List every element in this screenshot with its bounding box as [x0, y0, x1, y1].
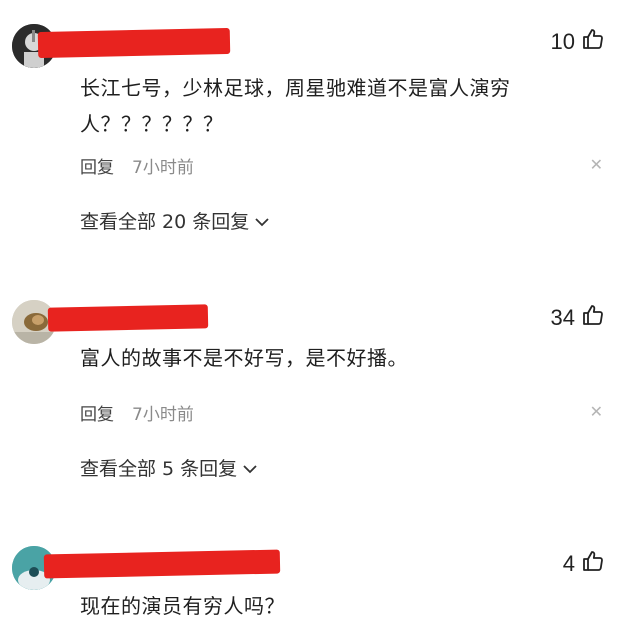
username-redacted — [47, 304, 209, 332]
comment-meta: 回复 7小时前 — [80, 153, 194, 178]
username-redacted — [37, 27, 231, 59]
like-count: 34 — [550, 305, 575, 330]
reply-button[interactable]: 回复 — [80, 400, 114, 425]
view-all-replies-button[interactable]: 查看全部 20 条回复 — [80, 207, 269, 234]
like-count: 4 — [562, 551, 575, 576]
close-icon[interactable]: ✕ — [590, 155, 603, 174]
close-icon[interactable]: ✕ — [590, 402, 603, 421]
thumbs-up-icon — [581, 549, 605, 579]
thumbs-up-icon — [581, 303, 605, 333]
comment-item: 10 长江七号，少林足球，周星驰难道不是富人演穷人？？？？？？ 回复 7小时前 … — [0, 0, 637, 260]
like-count: 10 — [550, 29, 575, 54]
like-button[interactable]: 34 — [551, 303, 605, 333]
comment-text: 现在的演员有穷人吗？ — [80, 594, 285, 618]
chevron-down-icon — [255, 210, 269, 232]
view-all-replies-button[interactable]: 查看全部 5 条回复 — [80, 454, 257, 481]
view-all-label: 查看全部 20 条回复 — [80, 211, 250, 233]
like-button[interactable]: 4 — [563, 549, 605, 579]
thumbs-up-icon — [581, 27, 605, 57]
timestamp: 7小时前 — [132, 405, 194, 425]
username-redacted — [43, 549, 281, 579]
comment-meta: 回复 7小时前 — [80, 400, 194, 425]
view-all-label: 查看全部 5 条回复 — [80, 458, 238, 480]
comment-text: 长江七号，少林足球，周星驰难道不是富人演穷人？？？？？？ — [80, 76, 511, 136]
chevron-down-icon — [243, 457, 257, 479]
like-button[interactable]: 10 — [551, 27, 605, 57]
timestamp: 7小时前 — [132, 158, 194, 178]
reply-button[interactable]: 回复 — [80, 153, 114, 178]
comment-text: 富人的故事不是不好写，是不好播。 — [80, 346, 408, 370]
